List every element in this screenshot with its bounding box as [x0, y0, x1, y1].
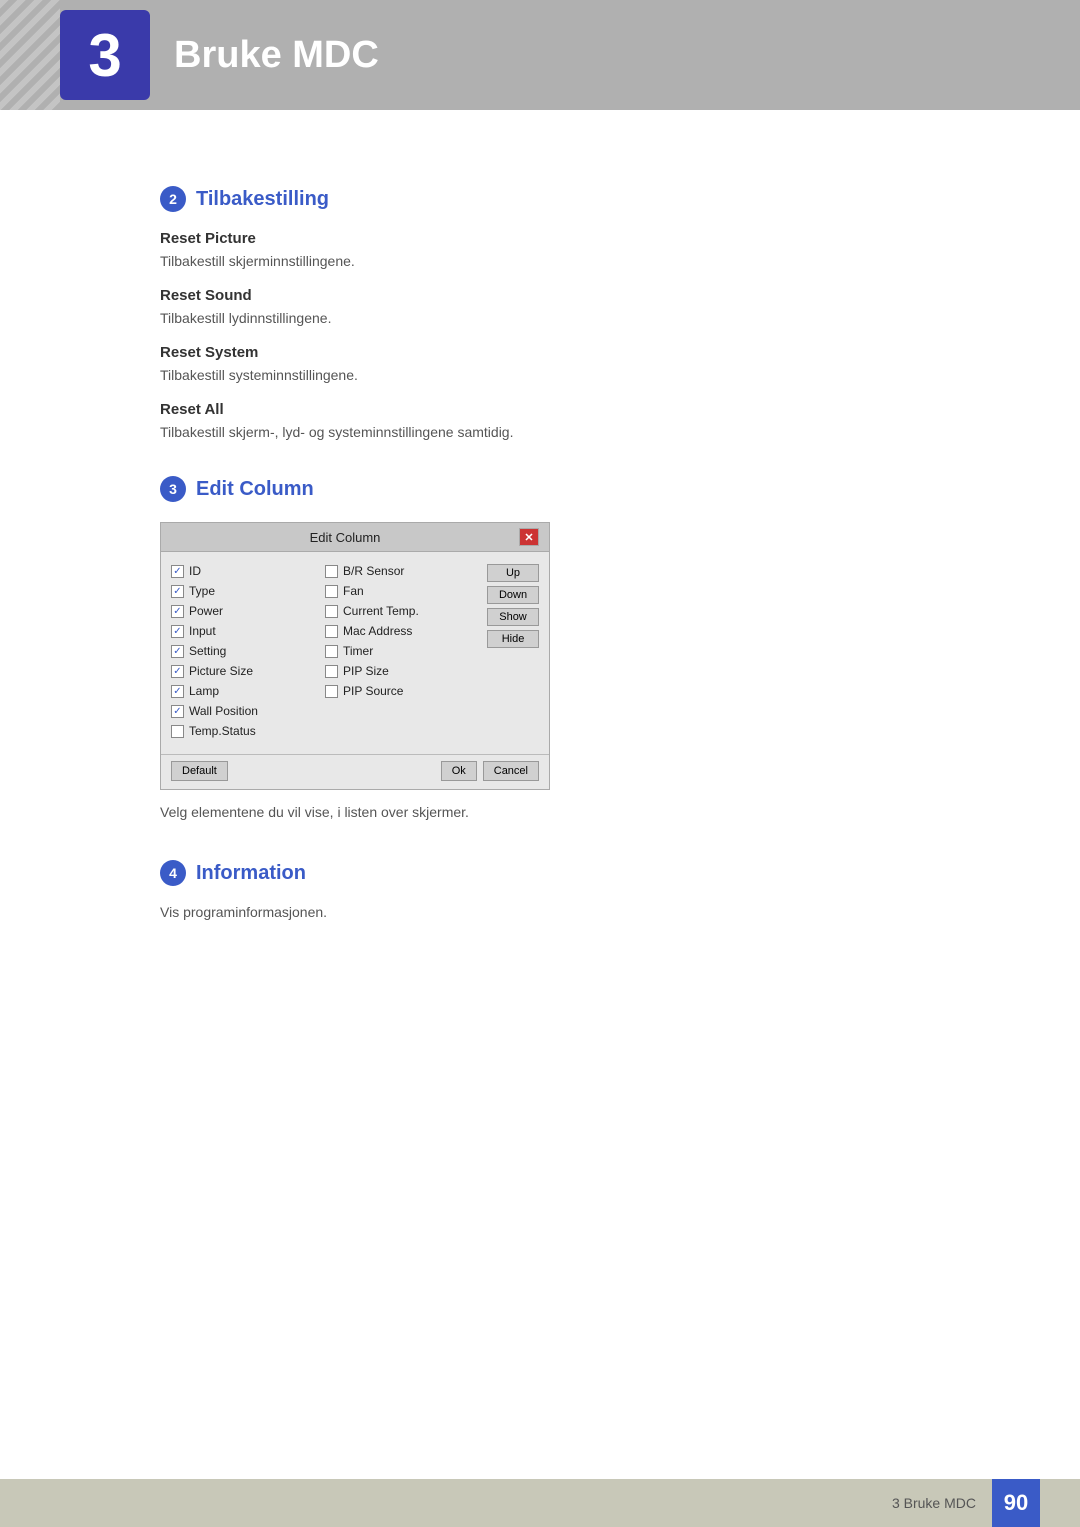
cb-pip-size-box[interactable]: [325, 665, 338, 678]
checkbox-setting[interactable]: ✓ Setting: [171, 644, 315, 658]
section-tilbakestilling-title: Tilbakestilling: [196, 188, 329, 211]
cb-fan-box[interactable]: [325, 585, 338, 598]
dialog-footer: Default Ok Cancel: [161, 754, 549, 789]
cb-timer-box[interactable]: [325, 645, 338, 658]
section-information-heading: 4 Information: [160, 860, 980, 886]
section-tilbakestilling-heading: 2 Tilbakestilling: [160, 186, 980, 212]
chapter-number: 3: [88, 21, 121, 90]
dialog-right-column: B/R Sensor Fan Current Temp. Mac Address: [325, 564, 469, 740]
checkbox-fan[interactable]: Fan: [325, 584, 469, 598]
information-desc: Vis programinformasjonen.: [160, 904, 980, 920]
cb-timer-label: Timer: [343, 644, 373, 658]
show-button[interactable]: Show: [487, 608, 539, 626]
cb-input-label: Input: [189, 624, 216, 638]
checkbox-pip-size[interactable]: PIP Size: [325, 664, 469, 678]
cb-br-sensor-box[interactable]: [325, 565, 338, 578]
cb-mac-address-label: Mac Address: [343, 624, 412, 638]
checkbox-type[interactable]: ✓ Type: [171, 584, 315, 598]
dialog-side-buttons: Up Down Show Hide: [479, 564, 539, 740]
cb-lamp-label: Lamp: [189, 684, 219, 698]
chapter-badge: 3: [60, 10, 150, 100]
down-button[interactable]: Down: [487, 586, 539, 604]
checkbox-temp-status[interactable]: Temp.Status: [171, 724, 315, 738]
footer-bar: 3 Bruke MDC 90: [0, 1479, 1080, 1527]
cb-power-box[interactable]: ✓: [171, 605, 184, 618]
section-badge-3: 3: [160, 476, 186, 502]
section-badge-2: 2: [160, 186, 186, 212]
checkbox-current-temp[interactable]: Current Temp.: [325, 604, 469, 618]
section-edit-column-heading: 3 Edit Column: [160, 476, 980, 502]
cb-picture-size-label: Picture Size: [189, 664, 253, 678]
cb-mac-address-box[interactable]: [325, 625, 338, 638]
main-content: 2 Tilbakestilling Reset Picture Tilbakes…: [0, 110, 1080, 1024]
reset-system-desc: Tilbakestill systeminnstillingene.: [160, 367, 980, 383]
dialog-close-button[interactable]: ✕: [519, 528, 539, 546]
edit-column-dialog-wrapper: Edit Column ✕ ✓ ID ✓ Type ✓ Power: [160, 522, 980, 790]
cb-current-temp-box[interactable]: [325, 605, 338, 618]
cancel-button[interactable]: Cancel: [483, 761, 539, 781]
cb-type-box[interactable]: ✓: [171, 585, 184, 598]
cb-pip-source-box[interactable]: [325, 685, 338, 698]
reset-all-desc: Tilbakestill skjerm-, lyd- og systeminns…: [160, 424, 980, 440]
checkbox-picture-size[interactable]: ✓ Picture Size: [171, 664, 315, 678]
checkbox-lamp[interactable]: ✓ Lamp: [171, 684, 315, 698]
up-button[interactable]: Up: [487, 564, 539, 582]
page-header: 3 Bruke MDC: [0, 0, 1080, 110]
cb-br-sensor-label: B/R Sensor: [343, 564, 404, 578]
edit-column-caption: Velg elementene du vil vise, i listen ov…: [160, 804, 980, 820]
checkbox-pip-source[interactable]: PIP Source: [325, 684, 469, 698]
cb-id-label: ID: [189, 564, 201, 578]
checkbox-wall-position[interactable]: ✓ Wall Position: [171, 704, 315, 718]
ok-button[interactable]: Ok: [441, 761, 477, 781]
cb-setting-label: Setting: [189, 644, 226, 658]
default-button[interactable]: Default: [171, 761, 228, 781]
cb-power-label: Power: [189, 604, 223, 618]
section-edit-column-title: Edit Column: [196, 478, 314, 501]
checkbox-input[interactable]: ✓ Input: [171, 624, 315, 638]
footer-page-number: 90: [992, 1479, 1040, 1527]
checkbox-power[interactable]: ✓ Power: [171, 604, 315, 618]
dialog-title: Edit Column: [171, 530, 519, 545]
cb-pip-source-label: PIP Source: [343, 684, 403, 698]
section-badge-4: 4: [160, 860, 186, 886]
cb-temp-status-label: Temp.Status: [189, 724, 256, 738]
cb-picture-size-box[interactable]: ✓: [171, 665, 184, 678]
header-stripe: [0, 0, 60, 110]
reset-picture-desc: Tilbakestill skjerminnstillingene.: [160, 253, 980, 269]
reset-system-title: Reset System: [160, 344, 980, 361]
reset-all-title: Reset All: [160, 401, 980, 418]
hide-button[interactable]: Hide: [487, 630, 539, 648]
cb-type-label: Type: [189, 584, 215, 598]
chapter-title: Bruke MDC: [174, 34, 379, 77]
footer-chapter-label: 3 Bruke MDC: [892, 1495, 976, 1511]
dialog-left-column: ✓ ID ✓ Type ✓ Power ✓ Input: [171, 564, 315, 740]
cb-temp-status-box[interactable]: [171, 725, 184, 738]
section-information-title: Information: [196, 862, 306, 885]
dialog-body: ✓ ID ✓ Type ✓ Power ✓ Input: [161, 552, 549, 750]
edit-column-dialog: Edit Column ✕ ✓ ID ✓ Type ✓ Power: [160, 522, 550, 790]
reset-sound-title: Reset Sound: [160, 287, 980, 304]
cb-pip-size-label: PIP Size: [343, 664, 389, 678]
cb-setting-box[interactable]: ✓: [171, 645, 184, 658]
checkbox-timer[interactable]: Timer: [325, 644, 469, 658]
checkbox-br-sensor[interactable]: B/R Sensor: [325, 564, 469, 578]
dialog-footer-right: Ok Cancel: [441, 761, 539, 781]
cb-wall-position-box[interactable]: ✓: [171, 705, 184, 718]
reset-picture-title: Reset Picture: [160, 230, 980, 247]
cb-lamp-box[interactable]: ✓: [171, 685, 184, 698]
cb-current-temp-label: Current Temp.: [343, 604, 419, 618]
cb-input-box[interactable]: ✓: [171, 625, 184, 638]
checkbox-mac-address[interactable]: Mac Address: [325, 624, 469, 638]
dialog-titlebar: Edit Column ✕: [161, 523, 549, 552]
cb-wall-position-label: Wall Position: [189, 704, 258, 718]
cb-fan-label: Fan: [343, 584, 364, 598]
cb-id-box[interactable]: ✓: [171, 565, 184, 578]
checkbox-id[interactable]: ✓ ID: [171, 564, 315, 578]
reset-sound-desc: Tilbakestill lydinnstillingene.: [160, 310, 980, 326]
